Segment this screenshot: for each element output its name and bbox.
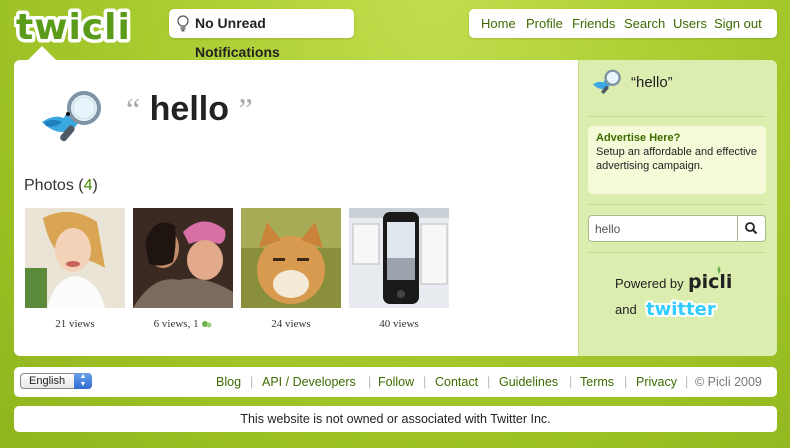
advertise-title[interactable]: Advertise Here? [596, 131, 758, 145]
notifications-label: No Unread Notifications [195, 15, 280, 60]
photos-count[interactable]: 4 [84, 177, 93, 194]
nav-home[interactable]: Home [481, 9, 516, 38]
footer-link-terms[interactable]: Terms [580, 367, 614, 397]
search-box [588, 215, 766, 242]
photo-3-views: 24 views [271, 318, 311, 330]
footer-link-contact[interactable]: Contact [435, 367, 478, 397]
nav-friends[interactable]: Friends [572, 9, 615, 38]
and-label: and [615, 302, 637, 317]
photo-thumbnail-1[interactable] [25, 208, 125, 308]
separator: | [368, 375, 372, 389]
svg-text:picli: picli [688, 271, 732, 292]
divider [588, 252, 766, 253]
sidebar-title: “hello” [631, 74, 673, 91]
search-icon [745, 222, 758, 235]
nav-profile[interactable]: Profile [526, 9, 563, 38]
title-text: hello [149, 90, 229, 128]
copyright: © Picli 2009 [695, 375, 762, 389]
footer-link-follow[interactable]: Follow [378, 367, 414, 397]
search-input[interactable] [589, 216, 737, 241]
select-arrows-icon: ▲ ▼ [74, 373, 92, 389]
page-title: “ hello ” [126, 90, 253, 129]
nav-users[interactable]: Users [673, 9, 707, 38]
magnifier-bird-icon-small [592, 69, 621, 94]
open-quote: “ [126, 91, 141, 127]
advertise-box[interactable]: Advertise Here? Setup an affordable and … [588, 126, 766, 194]
svg-text:twitter: twitter [646, 299, 716, 320]
footer: English ▲ ▼ Blog | API / Developers | Fol… [14, 367, 777, 397]
top-nav: Home Profile Friends Search Users Sign o… [469, 9, 777, 38]
divider [588, 116, 766, 117]
footer-link-privacy[interactable]: Privacy [636, 367, 677, 397]
photos-heading: Photos (4) [24, 177, 98, 194]
lightbulb-icon [177, 15, 189, 32]
search-button[interactable] [737, 216, 765, 241]
panel-pointer [28, 46, 56, 60]
separator: | [685, 375, 689, 389]
footer-link-blog[interactable]: Blog [216, 367, 241, 397]
photo-thumbnail-4[interactable] [349, 208, 449, 308]
disclaimer: This website is not owned or associated … [14, 406, 777, 432]
photo-2-views: 6 views, 1 [133, 318, 233, 330]
picli-logo[interactable]: picli [688, 266, 732, 292]
twicli-logo[interactable]: twicli twicli [14, 6, 150, 46]
svg-text:twicli: twicli [16, 7, 131, 46]
nav-search[interactable]: Search [624, 9, 665, 38]
twitter-logo[interactable]: twitter twitter [645, 296, 725, 320]
photo-1-views: 21 views [55, 318, 95, 330]
close-quote: ” [238, 91, 253, 127]
separator: | [624, 375, 628, 389]
footer-link-api[interactable]: API / Developers [262, 367, 356, 397]
footer-link-guidelines[interactable]: Guidelines [499, 367, 558, 397]
magnifier-bird-icon [42, 91, 101, 142]
advertise-body: Setup an affordable and effective advert… [596, 146, 758, 172]
language-value: English [29, 375, 66, 387]
divider [588, 204, 766, 205]
separator: | [250, 375, 254, 389]
photo-thumbnail-3[interactable] [241, 208, 341, 308]
nav-sign-out[interactable]: Sign out [714, 9, 762, 38]
separator: | [423, 375, 427, 389]
photo-thumbnail-2[interactable] [133, 208, 233, 308]
separator: | [569, 375, 573, 389]
separator: | [487, 375, 491, 389]
notifications-indicator[interactable]: No Unread Notifications [169, 9, 354, 60]
photo-4-views: 40 views [379, 318, 419, 330]
comment-icon [202, 320, 212, 328]
powered-by-label: Powered by [615, 276, 684, 291]
language-select[interactable]: English ▲ ▼ [20, 373, 92, 389]
